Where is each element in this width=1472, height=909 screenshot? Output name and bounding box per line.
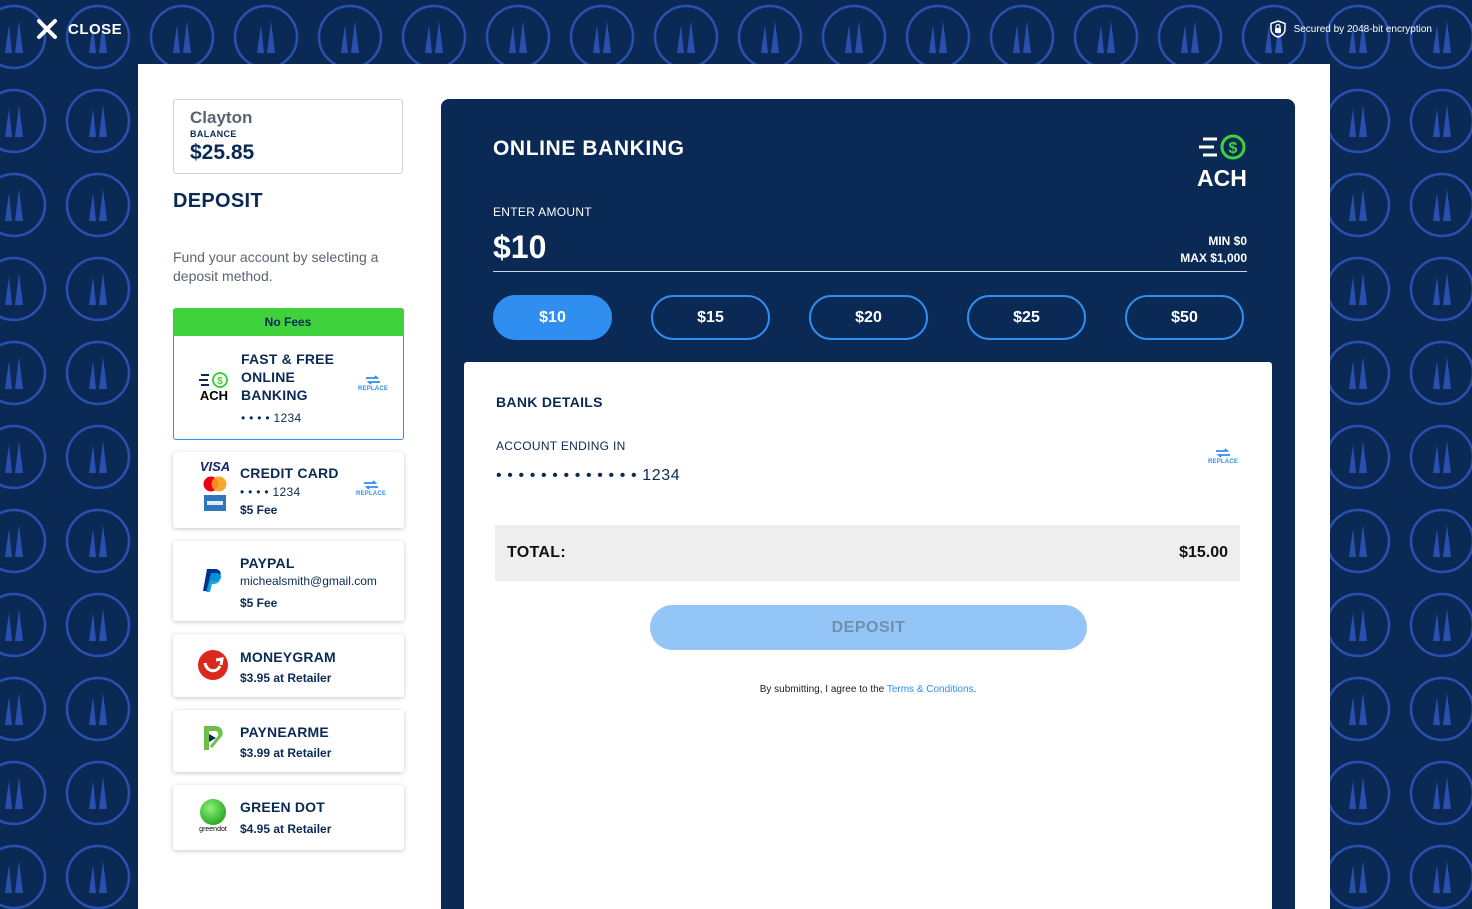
- replace-icon: [364, 480, 379, 490]
- method-paypal[interactable]: PAYPAL michealsmith@gmail.com $5 Fee: [173, 541, 404, 621]
- visa-logo: VISA: [199, 459, 231, 474]
- account-ending-value: • • • • • • • • • • • • • 1234: [496, 467, 681, 484]
- method-moneygram[interactable]: MONEYGRAM $3.95 at Retailer: [173, 634, 404, 697]
- method-title: PAYNEARME: [240, 724, 329, 740]
- greendot-logo-text: greendot: [199, 826, 227, 833]
- method-paynearme[interactable]: PAYNEARME $3.99 at Retailer: [173, 710, 404, 772]
- amex-icon: [204, 495, 226, 511]
- max-amount: MAX $1,000: [1180, 251, 1247, 265]
- account-ending-label: ACCOUNT ENDING IN: [496, 439, 626, 453]
- amount-input[interactable]: $10: [493, 229, 546, 266]
- balance-amount: $25.85: [190, 141, 255, 164]
- total-value: $15.00: [1179, 544, 1228, 561]
- svg-text:$: $: [1229, 140, 1238, 157]
- deposit-description: Fund your account by selecting a deposit…: [173, 249, 379, 284]
- close-label: CLOSE: [68, 20, 123, 38]
- card-brands-icon: VISA: [197, 460, 233, 511]
- amount-chip-50[interactable]: $50: [1125, 295, 1244, 340]
- paypal-icon: [195, 567, 231, 593]
- no-fees-banner: No Fees: [172, 307, 404, 336]
- secured-text: Secured by 2048-bit encryption: [1293, 23, 1432, 35]
- method-green-dot[interactable]: greendot GREEN DOT $4.95 at Retailer: [173, 785, 404, 850]
- method-online-banking[interactable]: No Fees $ ACH FAST & FREE ONLINE BANKING…: [172, 307, 404, 440]
- ach-logo-text: ACH: [199, 388, 229, 403]
- online-banking-card: ONLINE BANKING $ ACH ENTER AMOUNT $10 MI…: [441, 99, 1295, 909]
- enter-amount-label: ENTER AMOUNT: [493, 205, 592, 219]
- amount-chip-20[interactable]: $20: [809, 295, 928, 340]
- amount-chip-25[interactable]: $25: [967, 295, 1086, 340]
- method-title: GREEN DOT: [240, 799, 326, 815]
- method-fee: $5 Fee: [240, 596, 278, 610]
- close-button[interactable]: CLOSE: [36, 18, 122, 40]
- ach-icon: $: [1199, 134, 1246, 160]
- replace-label: REPLACE: [358, 386, 389, 392]
- amount-underline: [493, 271, 1247, 272]
- method-account-masked: • • • • 1234: [240, 485, 301, 499]
- replace-icon: [1216, 448, 1231, 458]
- method-title: FAST & FREE ONLINE BANKING: [241, 351, 335, 403]
- replace-label: REPLACE: [356, 491, 387, 497]
- secured-notice: Secured by 2048-bit encryption: [1269, 20, 1432, 38]
- account-name: Clayton: [190, 108, 253, 127]
- method-account-masked: • • • • 1234: [241, 411, 302, 425]
- deposit-button[interactable]: DEPOSIT: [650, 605, 1087, 650]
- method-fee: $5 Fee: [240, 503, 278, 517]
- ach-icon: $ ACH: [196, 371, 232, 403]
- total-label: TOTAL:: [507, 544, 566, 561]
- balance-label: BALANCE: [190, 129, 237, 139]
- terms-prefix: By submitting, I agree to the: [759, 684, 887, 695]
- bank-details-section: BANK DETAILS ACCOUNT ENDING IN • • • • •…: [464, 362, 1272, 909]
- bank-details-title: BANK DETAILS: [496, 394, 603, 410]
- method-title: PAYPAL: [240, 555, 295, 571]
- method-fee: $3.99 at Retailer: [240, 746, 332, 760]
- mastercard-icon: [203, 476, 227, 492]
- ach-logo-text: ACH: [1197, 165, 1247, 191]
- svg-text:$: $: [217, 376, 223, 387]
- lock-shield-icon: [1269, 20, 1286, 38]
- amount-limits: MIN $0 MAX $1,000: [1180, 233, 1247, 267]
- replace-button[interactable]: REPLACE: [356, 480, 386, 497]
- total-bar: TOTAL: $15.00: [495, 525, 1240, 581]
- greendot-icon: greendot: [195, 798, 231, 834]
- method-email: michealsmith@gmail.com: [240, 574, 377, 588]
- replace-icon: [366, 375, 381, 385]
- paynearme-icon: [195, 724, 231, 756]
- method-fee: $3.95 at Retailer: [240, 671, 332, 685]
- deposit-title: DEPOSIT: [173, 190, 263, 212]
- method-title: MONEYGRAM: [240, 649, 336, 665]
- replace-bank-button[interactable]: REPLACE: [1208, 448, 1238, 465]
- terms-notice: By submitting, I agree to the Terms & Co…: [464, 684, 1272, 695]
- min-amount: MIN $0: [1208, 234, 1247, 248]
- method-credit-card[interactable]: VISA CREDIT CARD • • • • 1234 $5 Fee REP…: [173, 452, 404, 528]
- moneygram-icon: [195, 649, 231, 681]
- balance-box: Clayton BALANCE $25.85: [173, 99, 403, 174]
- replace-label: REPLACE: [1208, 459, 1239, 465]
- terms-suffix: .: [973, 684, 977, 695]
- amount-chip-15[interactable]: $15: [651, 295, 770, 340]
- amount-chip-10[interactable]: $10: [493, 295, 612, 340]
- amount-options: $10 $15 $20 $25 $50: [493, 295, 1244, 340]
- close-icon: [37, 19, 57, 39]
- method-fee: $4.95 at Retailer: [240, 822, 332, 836]
- terms-link[interactable]: Terms & Conditions: [887, 684, 974, 695]
- online-banking-title: ONLINE BANKING: [493, 137, 685, 160]
- method-title: CREDIT CARD: [240, 465, 339, 481]
- ach-logo: $ ACH: [1197, 133, 1251, 190]
- deposit-panel: Clayton BALANCE $25.85 DEPOSIT Fund your…: [138, 64, 1330, 909]
- replace-button[interactable]: REPLACE: [358, 375, 388, 392]
